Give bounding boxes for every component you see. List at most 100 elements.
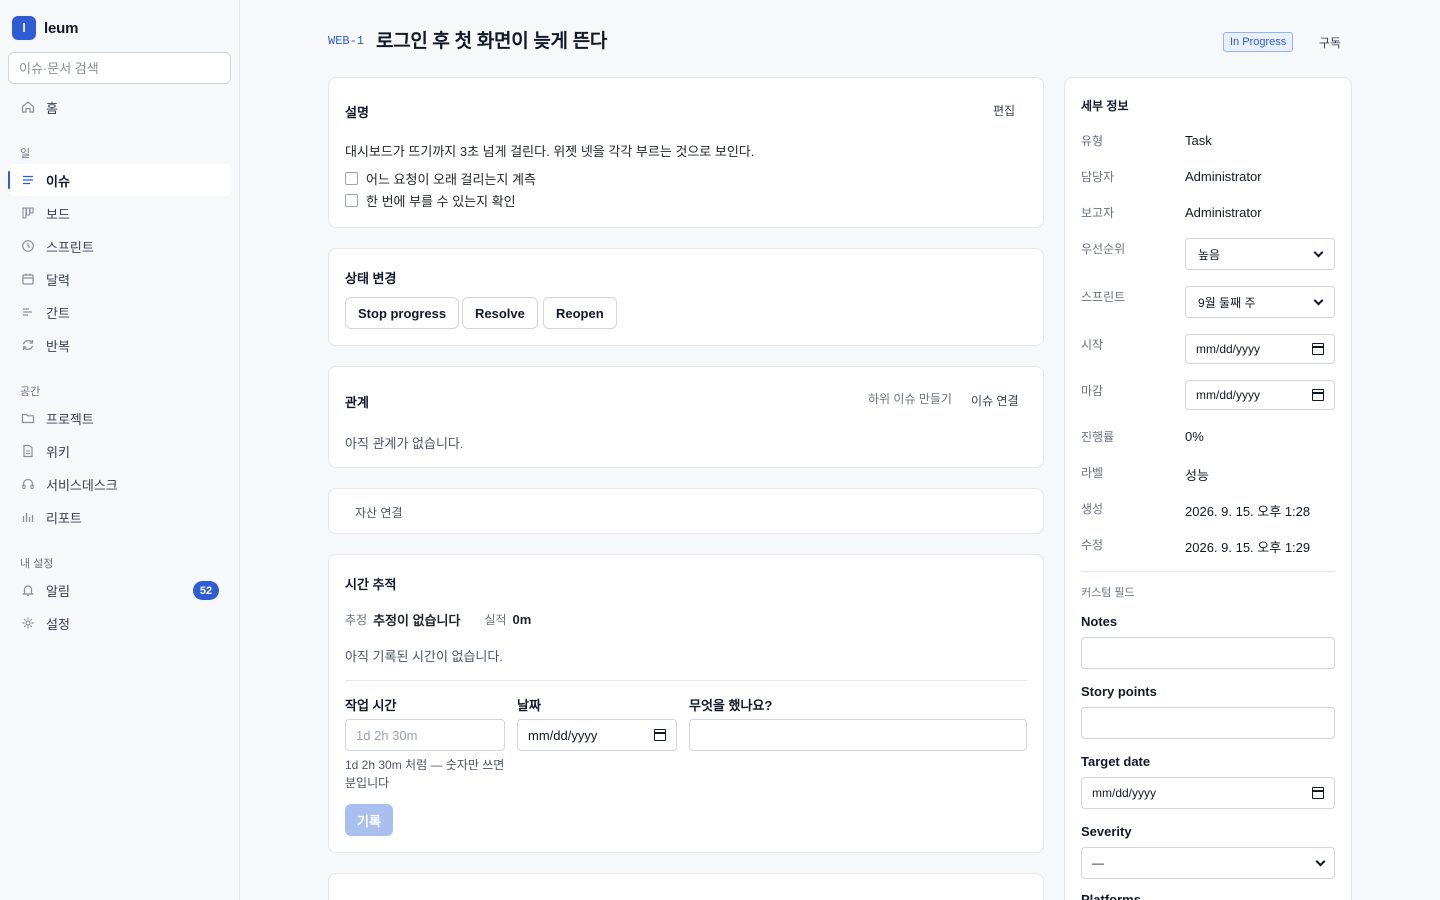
details-title: 세부 정보 (1081, 99, 1129, 113)
notes-input[interactable] (1081, 637, 1335, 669)
sidebar-item-servicedesk[interactable]: 서비스데스크 (8, 468, 231, 500)
checklist-label: 어느 요청이 오래 걸리는지 계측 (366, 172, 536, 187)
estimate-value: 추정이 없습니다 (373, 613, 461, 628)
brand-name: leum (44, 19, 79, 37)
worklog-date-input[interactable]: mm/dd/yyyy (517, 719, 677, 751)
sidebar-item-projects[interactable]: 프로젝트 (8, 402, 231, 434)
sidebar-item-sprint[interactable]: 스프린트 (8, 230, 231, 262)
brand[interactable]: l leum (12, 16, 78, 40)
relations-card: 관계 하위 이슈 만들기 이슈 연결 아직 관계가 없습니다. (328, 366, 1044, 468)
search-input[interactable] (8, 52, 231, 84)
board-icon (20, 205, 36, 221)
resolve-button[interactable]: Resolve (462, 297, 538, 329)
start-date-input[interactable]: mm/dd/yyyy (1185, 334, 1335, 364)
sidebar-item-label: 프로젝트 (46, 411, 94, 427)
issue-title: 로그인 후 첫 화면이 늦게 뜬다 (376, 31, 608, 52)
create-subissue-button[interactable]: 하위 이슈 만들기 (868, 390, 952, 407)
checkbox[interactable] (345, 194, 358, 207)
sidebar-item-gantt[interactable]: 간트 (8, 296, 231, 328)
time-tracking-title: 시간 추적 (345, 577, 397, 592)
sidebar-item-calendar[interactable]: 달력 (8, 263, 231, 295)
calendar-icon[interactable] (1312, 389, 1324, 401)
description-card: 설명 편집 대시보드가 뜨기까지 3초 넘게 걸린다. 위젯 넷을 각각 부르는… (328, 77, 1044, 228)
calendar-icon (20, 271, 36, 287)
target-date-input[interactable]: mm/dd/yyyy (1081, 777, 1335, 809)
updated-value: 2026. 9. 15. 오후 1:29 (1185, 540, 1311, 555)
type-label: 유형 (1081, 134, 1104, 148)
sidebar-item-label: 스프린트 (46, 239, 94, 255)
actual-label: 실적 (484, 613, 507, 627)
bar-chart-icon (20, 509, 36, 525)
edit-description-button[interactable]: 편집 (993, 102, 1015, 119)
checklist-item[interactable]: 한 번에 부를 수 있는지 확인 (345, 191, 516, 210)
severity-select[interactable]: — (1081, 847, 1335, 879)
time-summary: 추정 추정이 없습니다 실적 0m (345, 610, 531, 629)
sidebar-item-label: 홈 (46, 100, 58, 116)
chevron-down-icon (1313, 295, 1324, 305)
notes-label: Notes (1081, 614, 1118, 629)
sidebar-item-label: 간트 (46, 305, 70, 321)
brand-logo: l (12, 16, 36, 40)
sidebar-item-label: 위키 (46, 444, 70, 460)
story-points-input[interactable] (1081, 707, 1335, 739)
sidebar-item-label: 서비스데스크 (46, 477, 118, 493)
chevron-down-icon (1315, 856, 1326, 866)
description-title: 설명 (345, 105, 369, 120)
document-icon (20, 443, 36, 459)
link-asset-button[interactable]: 자산 연결 (355, 504, 403, 521)
subscribe-button[interactable]: 구독 (1319, 34, 1341, 51)
worklog-empty-text: 아직 기록된 시간이 없습니다. (345, 649, 503, 664)
calendar-icon[interactable] (1312, 787, 1324, 799)
section-label-space: 공간 (20, 386, 41, 398)
bell-icon (20, 582, 36, 598)
sidebar-item-label: 리포트 (46, 510, 82, 526)
due-date-input[interactable]: mm/dd/yyyy (1185, 380, 1335, 410)
link-issue-button[interactable]: 이슈 연결 (971, 392, 1019, 409)
priority-value: 높음 (1198, 247, 1221, 262)
gear-icon (20, 615, 36, 631)
clock-icon (20, 238, 36, 254)
sidebar-item-recurring[interactable]: 반복 (8, 329, 231, 361)
assets-card[interactable]: 자산 연결 (328, 488, 1044, 534)
priority-select[interactable]: 높음 (1185, 238, 1335, 270)
issue-key[interactable]: WEB-1 (328, 34, 364, 48)
checklist-item[interactable]: 어느 요청이 오래 걸리는지 계측 (345, 169, 536, 188)
progress-label: 진행률 (1081, 430, 1115, 444)
assignee-value[interactable]: Administrator (1185, 169, 1262, 184)
sidebar-item-label: 이슈 (46, 173, 70, 189)
sidebar-item-board[interactable]: 보드 (8, 197, 231, 229)
home-icon (20, 99, 36, 115)
checklist-label: 한 번에 부를 수 있는지 확인 (366, 194, 516, 209)
calendar-icon[interactable] (654, 729, 666, 741)
sidebar-item-notifications[interactable]: 알림 52 (8, 574, 231, 606)
reporter-value[interactable]: Administrator (1185, 205, 1262, 220)
calendar-icon[interactable] (1312, 343, 1324, 355)
stop-progress-button[interactable]: Stop progress (345, 297, 460, 329)
reopen-button[interactable]: Reopen (543, 297, 617, 329)
sidebar-item-home[interactable]: 홈 (8, 91, 231, 123)
refresh-icon (20, 337, 36, 353)
updated-label: 수정 (1081, 538, 1104, 552)
custom-fields-label: 커스텀 필드 (1081, 587, 1135, 599)
status-change-title: 상태 변경 (345, 271, 397, 286)
checkbox[interactable] (345, 172, 358, 185)
sidebar-item-reports[interactable]: 리포트 (8, 501, 231, 533)
target-date-value: mm/dd/yyyy (1092, 786, 1157, 800)
sprint-select[interactable]: 9월 둘째 주 (1185, 286, 1335, 318)
created-value: 2026. 9. 15. 오후 1:28 (1185, 504, 1311, 519)
section-label-work: 일 (20, 148, 31, 160)
sidebar-item-settings[interactable]: 설정 (8, 607, 231, 639)
labels-value[interactable]: 성능 (1185, 465, 1209, 484)
worklog-description-input[interactable] (689, 719, 1027, 751)
work-time-input[interactable]: 1d 2h 30m (345, 719, 505, 751)
assignee-label: 담당자 (1081, 170, 1115, 184)
divider (1081, 571, 1335, 572)
due-label: 마감 (1081, 384, 1104, 398)
log-time-button[interactable]: 기록 (345, 804, 393, 836)
relations-empty-text: 아직 관계가 없습니다. (345, 436, 464, 451)
progress-value: 0% (1185, 429, 1204, 444)
sidebar-item-wiki[interactable]: 위키 (8, 435, 231, 467)
reporter-label: 보고자 (1081, 206, 1115, 220)
notification-count-badge: 52 (193, 581, 219, 600)
sidebar-item-issues[interactable]: 이슈 (8, 164, 231, 196)
